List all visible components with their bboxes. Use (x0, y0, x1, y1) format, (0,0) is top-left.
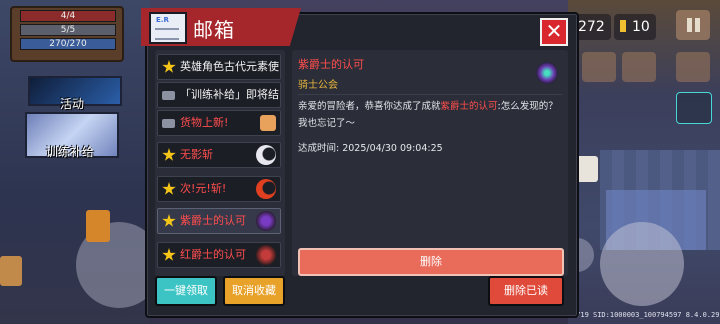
mail-item-label: 「训练补给」即将结 (180, 88, 279, 101)
delete-button[interactable]: 删除 (298, 248, 564, 276)
coin-count: 10 (632, 19, 650, 35)
star-icon (162, 60, 176, 73)
claim-all-button[interactable]: 一键领取 (155, 276, 217, 306)
npc-character (576, 156, 598, 182)
gift-box-icon (260, 115, 276, 131)
mail-item-label: 货物上新! (180, 116, 229, 129)
unfavorite-button[interactable]: 取消收藏 (223, 276, 285, 306)
activity-label: 活动 (60, 97, 85, 111)
mail-detail: 紫爵士的认可 骑士公会 亲爱的冒险者，恭喜你达成了成就紫爵士的认可:怎么发现的？… (292, 50, 568, 276)
crescent-slash-icon (256, 145, 276, 165)
mail-item-label: 次!元!斩! (180, 182, 227, 195)
star-icon (162, 148, 176, 161)
red-slash-icon (256, 179, 276, 199)
armor-value: 5/5 (60, 25, 76, 35)
coin-counter: 10 (614, 14, 656, 40)
mail-item-label: 无影斩 (180, 148, 213, 161)
close-button[interactable]: ✕ (540, 18, 568, 46)
swap-icon[interactable] (582, 52, 616, 82)
divider (298, 94, 562, 95)
energy-value: 270/270 (49, 39, 87, 49)
gem-count: 272 (578, 19, 605, 35)
hp-bar: 4/4 (20, 10, 116, 22)
achieved-time: 达成时间: 2025/04/30 09:04:25 (298, 143, 443, 154)
mail-sender: 骑士公会 (298, 80, 338, 91)
star-icon (162, 248, 176, 261)
mailbox-icon (149, 12, 187, 44)
glasses-icon[interactable] (676, 92, 712, 124)
mail-item-label: 红爵士的认可 (180, 248, 246, 261)
skill-button[interactable] (600, 222, 684, 306)
mail-item-training-supply[interactable]: 「训练补给」即将结 (157, 82, 281, 108)
energy-bar: 270/270 (20, 38, 116, 50)
mail-item-label: 紫爵士的认可 (180, 214, 246, 227)
mail-item-ancient-elementalist[interactable]: 英雄角色古代元素使 (157, 54, 281, 80)
envelope-icon (162, 119, 175, 128)
mail-item-dimension-slash[interactable]: 次!元!斩! (157, 176, 281, 202)
hp-value: 4/4 (60, 11, 76, 21)
purple-knight-emblem-icon (536, 62, 558, 84)
mail-detail-title: 紫爵士的认可 (298, 58, 364, 71)
mail-item-new-goods[interactable]: 货物上新! (157, 110, 281, 136)
mail-body: 亲爱的冒险者，恭喜你达成了成就紫爵士的认可:怎么发现的？我也忘记了～ (298, 98, 562, 132)
coin-icon (620, 20, 626, 32)
envelope-icon (162, 91, 175, 100)
mail-list[interactable]: 英雄角色古代元素使 「训练补给」即将结 货物上新! 无影斩 次!元!斩! 紫爵士… (155, 50, 285, 276)
star-icon (162, 214, 176, 227)
mail-title-tab: 邮箱 (141, 8, 301, 46)
mail-title: 邮箱 (193, 18, 235, 42)
player-character (86, 210, 110, 242)
mail-item-red-knight[interactable]: 红爵士的认可 (157, 242, 281, 268)
red-knight-icon (256, 245, 276, 265)
training-supply-label: 训练补给 (46, 145, 95, 159)
star-icon (162, 182, 176, 195)
mail-dialog: 邮箱 ✕ 英雄角色古代元素使 「训练补给」即将结 货物上新! 无影斩 次!元!斩… (141, 8, 579, 318)
purple-knight-icon (256, 211, 276, 231)
side-menu-button[interactable] (676, 52, 710, 82)
mail-item-purple-knight[interactable]: 紫爵士的认可 (157, 208, 281, 234)
armor-bar: 5/5 (20, 24, 116, 36)
mail-item-shadowless-slash[interactable]: 无影斩 (157, 142, 281, 168)
pet-character (0, 256, 22, 286)
map-icon[interactable] (622, 52, 656, 82)
mail-body-text: 亲爱的冒险者，恭喜你达成了成就 (298, 101, 441, 112)
pause-button[interactable] (676, 10, 710, 40)
delete-read-button[interactable]: 删除已读 (488, 276, 564, 306)
mail-item-label: 英雄角色古代元素使 (180, 60, 279, 73)
achievement-name: 紫爵士的认可 (440, 101, 498, 112)
